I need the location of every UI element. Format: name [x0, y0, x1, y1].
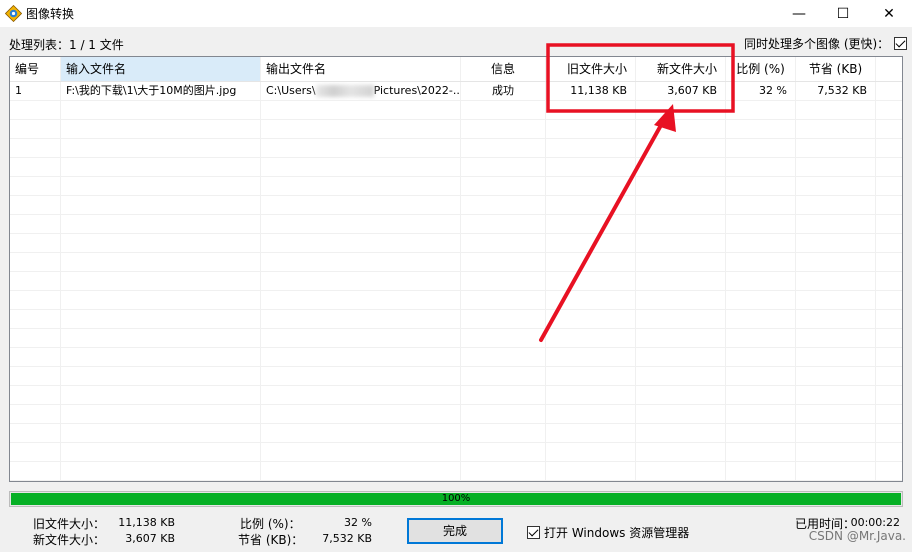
open-explorer-option[interactable]: 打开 Windows 资源管理器: [527, 524, 689, 541]
col-header-output[interactable]: 输出文件名: [261, 57, 460, 81]
progress-bar: 100%: [9, 491, 903, 507]
output-suffix: Pictures\2022-...: [373, 84, 460, 97]
done-button[interactable]: 完成: [407, 518, 503, 544]
close-button[interactable]: ✕: [866, 0, 912, 27]
maximize-icon: ☐: [836, 5, 850, 22]
saved-label: 节省 (KB)：: [238, 533, 304, 547]
col-header-ratio[interactable]: 比例 (%): [726, 57, 795, 81]
window-title: 图像转换: [26, 7, 75, 21]
table-row[interactable]: 1 F:\我的下载\1\大于10M的图片.jpg C:\Users\ Pictur…: [10, 81, 902, 100]
minimize-icon: —: [792, 5, 806, 22]
queue-label: 处理列表：1 / 1 文件: [9, 38, 124, 52]
open-explorer-label: 打开 Windows 资源管理器: [544, 526, 690, 540]
cell-saved: 7,532 KB: [817, 84, 867, 97]
watermark: CSDN @Mr.Java.: [808, 529, 906, 543]
col-header-new-size[interactable]: 新文件大小: [636, 57, 725, 81]
multi-process-label: 同时处理多个图像 (更快)：: [744, 37, 890, 51]
multi-process-option[interactable]: 同时处理多个图像 (更快)：: [744, 35, 908, 52]
col-header-old-size[interactable]: 旧文件大小: [546, 57, 635, 81]
title-bar: 图像转换 — ☐ ✕: [0, 0, 912, 27]
cell-old-size: 11,138 KB: [570, 84, 627, 97]
open-explorer-checkbox[interactable]: [527, 526, 540, 539]
multi-process-checkbox[interactable]: [894, 37, 908, 50]
redacted-username: [315, 85, 374, 97]
cell-new-size: 3,607 KB: [667, 84, 717, 97]
new-size-value: 3,607 KB: [125, 532, 175, 545]
grid-lines: [10, 57, 902, 481]
cell-number: 1: [15, 84, 22, 97]
cell-input-file: F:\我的下载\1\大于10M的图片.jpg: [66, 84, 237, 97]
cell-info: 成功: [492, 84, 514, 97]
old-size-value: 11,138 KB: [118, 516, 175, 529]
col-header-info[interactable]: 信息: [461, 57, 545, 81]
new-size-label: 新文件大小：: [33, 533, 106, 547]
saved-value: 7,532 KB: [322, 532, 372, 545]
minimize-button[interactable]: —: [776, 0, 822, 27]
header-row: 编号 输入文件名 输出文件名 信息 旧文件大小 新文件大小 比例 (%) 节省 …: [10, 57, 902, 81]
ratio-value: 32 %: [344, 516, 372, 529]
col-header-saved[interactable]: 节省 (KB): [796, 57, 875, 81]
app-icon: [5, 5, 22, 22]
cell-output-file: C:\Users\ Pictures\2022-...: [261, 81, 460, 100]
old-size-label: 旧文件大小：: [33, 517, 106, 531]
col-header-input[interactable]: 输入文件名: [61, 57, 260, 81]
maximize-button[interactable]: ☐: [820, 0, 866, 27]
cell-ratio: 32 %: [759, 84, 787, 97]
output-prefix: C:\Users\: [266, 84, 316, 97]
ratio-label: 比例 (%)：: [240, 517, 301, 531]
results-list[interactable]: 编号 输入文件名 输出文件名 信息 旧文件大小 新文件大小 比例 (%) 节省 …: [9, 56, 903, 482]
col-header-number[interactable]: 编号: [10, 57, 60, 81]
close-icon: ✕: [883, 5, 895, 22]
progress-label: 100%: [441, 493, 471, 504]
elapsed-value: 00:00:22: [850, 516, 900, 529]
